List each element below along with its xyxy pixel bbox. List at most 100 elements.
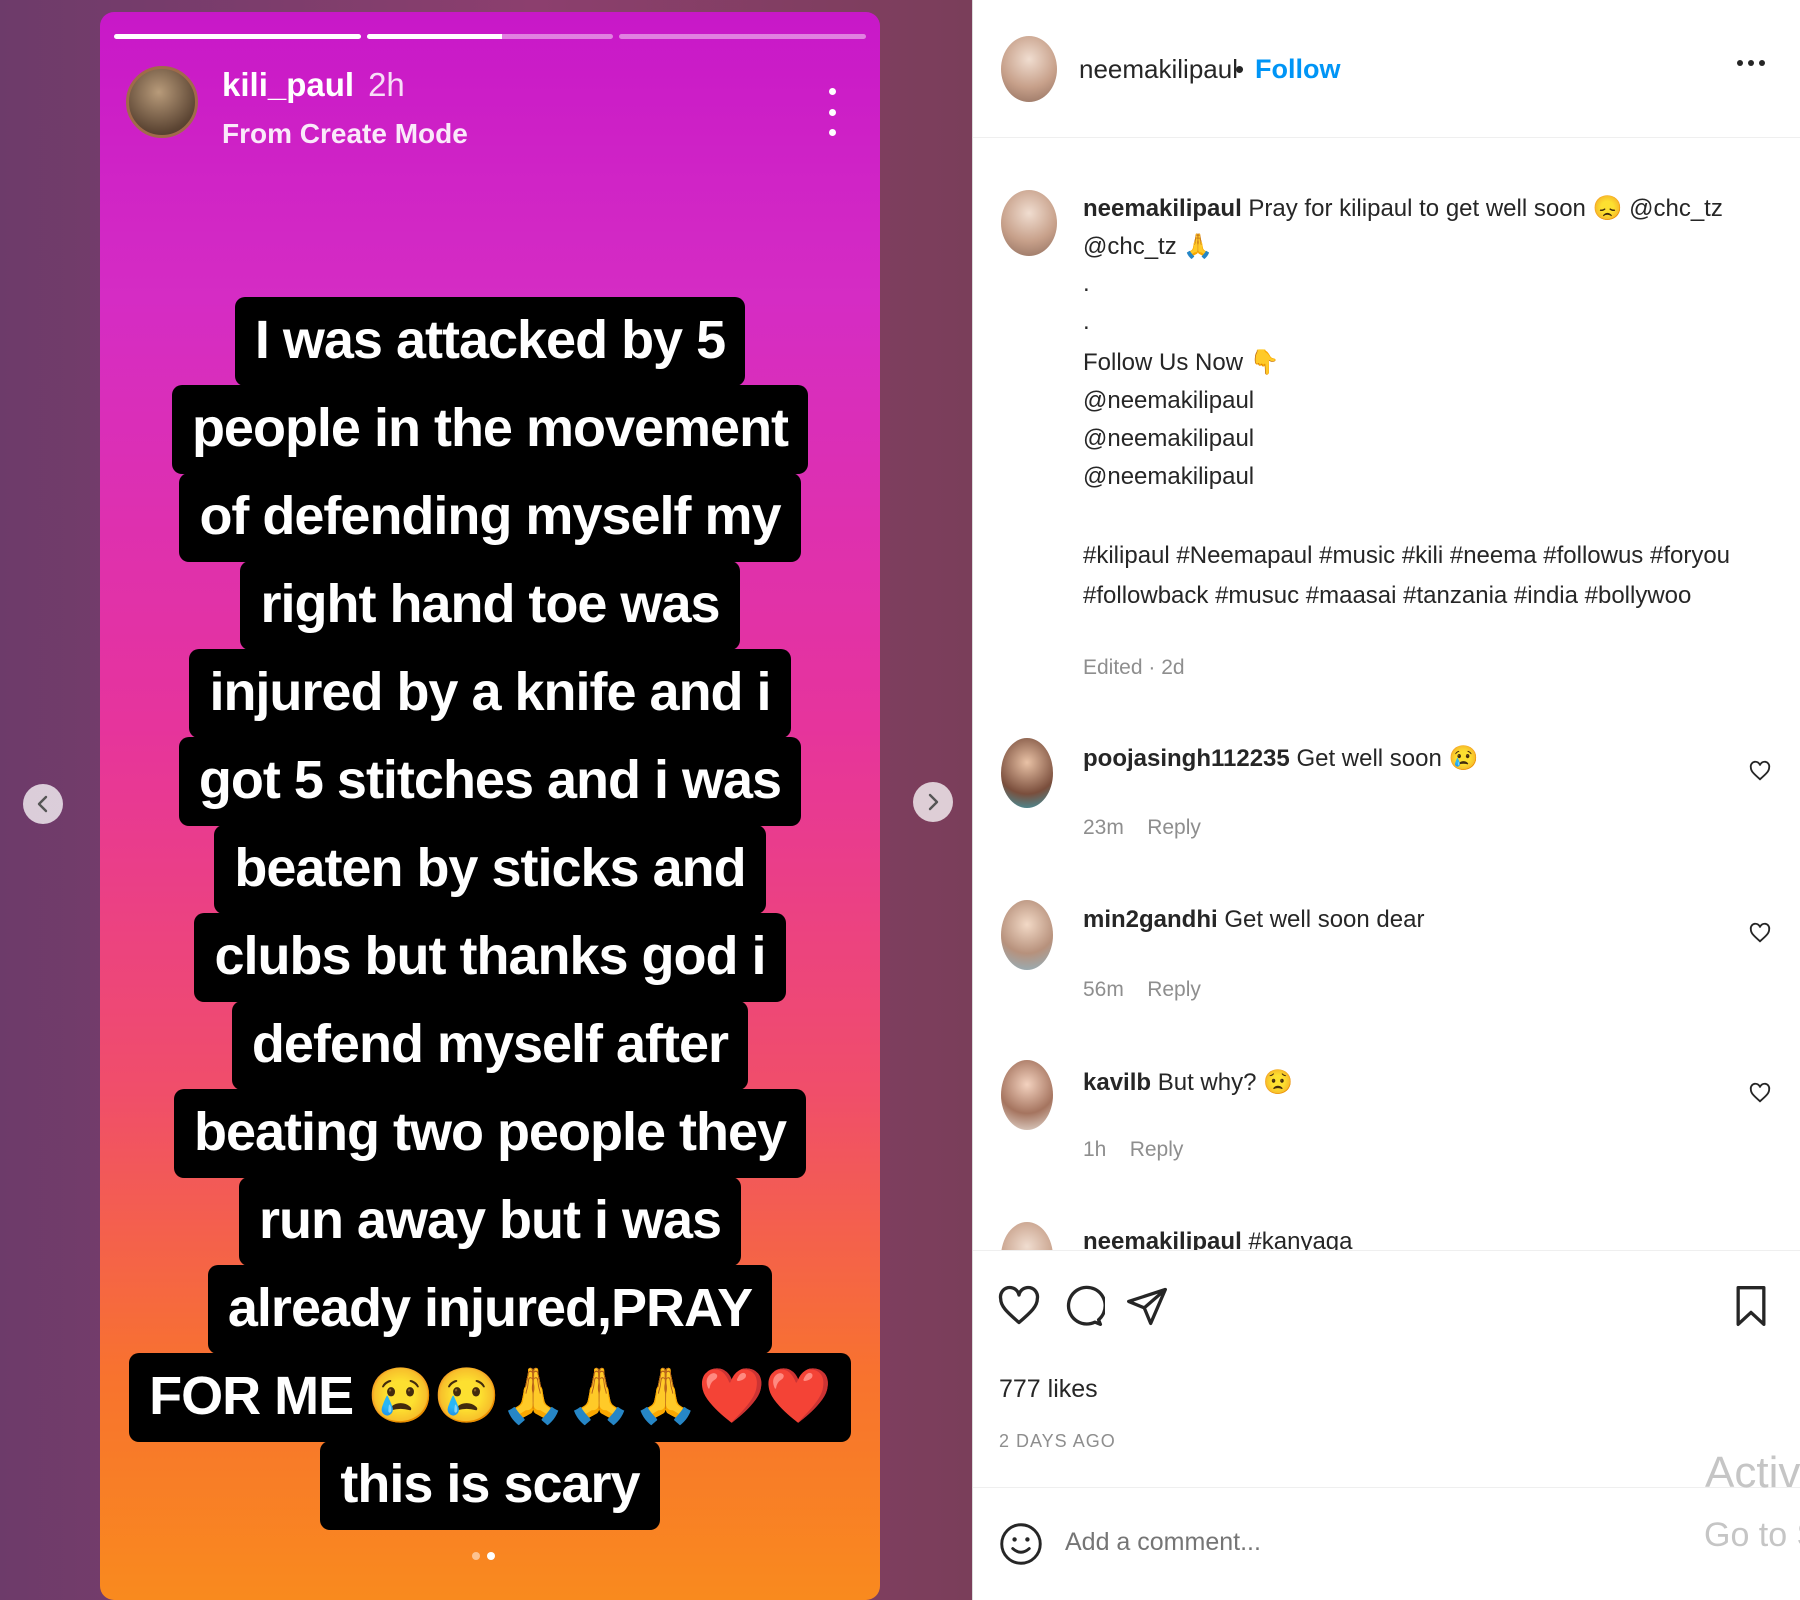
more-vertical-icon[interactable] (822, 82, 842, 142)
avatar[interactable] (1001, 1060, 1053, 1130)
page-dot (487, 1552, 495, 1560)
activation-watermark: Go to S (1704, 1516, 1800, 1554)
mention-link[interactable]: @neemakilipaul (1083, 387, 1254, 415)
comment-text: poojasingh112235 Get well soon 😢 (1083, 744, 1478, 773)
comment-body: #kanyaga (1248, 1228, 1353, 1250)
story-text-line: beating two people they (173, 1089, 807, 1178)
story-pagination (472, 1552, 495, 1560)
story-text-line: got 5 stitches and i was (178, 737, 802, 826)
progress-segment (619, 34, 867, 39)
story-avatar[interactable] (126, 66, 198, 138)
comment-time: 1h (1083, 1138, 1107, 1161)
comment-input[interactable] (1065, 1528, 1625, 1557)
caption-dot: . (1083, 270, 1090, 297)
heart-icon[interactable] (997, 1283, 1041, 1329)
next-story-button[interactable] (913, 782, 953, 822)
avatar[interactable] (1001, 738, 1053, 808)
comment-like-icon[interactable] (1749, 760, 1771, 782)
story-text: I was attacked by 5 people in the moveme… (129, 297, 851, 1530)
activation-watermark: Activ (1705, 1448, 1800, 1497)
post-username[interactable]: neemakilipaul (1079, 54, 1238, 85)
edited-label: Edited · 2d (1083, 656, 1185, 679)
comment-username[interactable]: kavilb (1083, 1069, 1151, 1096)
caption-follow-text: Follow Us Now 👇 (1083, 349, 1280, 376)
story-username[interactable]: kili_paul (222, 66, 354, 104)
progress-segment (114, 34, 361, 39)
post-date: 2 DAYS AGO (999, 1431, 1116, 1451)
mention-link[interactable]: @neemakilipaul (1083, 463, 1254, 491)
story-time: 2h (368, 66, 405, 103)
comment-time: 56m (1083, 978, 1124, 1001)
chevron-right-icon (928, 793, 939, 811)
avatar[interactable] (1001, 36, 1057, 102)
hashtags-line[interactable]: #followback #musuc #maasai #tanzania #in… (1083, 582, 1691, 610)
story-user-line: kili_paul 2h (222, 66, 468, 104)
hashtags-line[interactable]: #kilipaul #Neemapaul #music #kili #neema… (1083, 542, 1730, 570)
progress-segment (366, 34, 614, 39)
comment-username[interactable]: min2gandhi (1083, 906, 1218, 933)
bookmark-icon[interactable] (1729, 1283, 1773, 1329)
comment-time: 23m (1083, 816, 1124, 839)
story-text-line: run away but i was (238, 1177, 742, 1266)
caption-dot: . (1083, 308, 1090, 335)
comment-username[interactable]: poojasingh112235 (1083, 745, 1290, 772)
story-text-line: this is scary (320, 1441, 660, 1530)
post-actions: 777 likes 2 DAYS AGO (973, 1250, 1800, 1600)
reply-button[interactable]: Reply (1147, 816, 1201, 839)
comment-meta: 56m Reply (1083, 978, 1201, 1002)
comment-body: But why? 😟 (1157, 1069, 1293, 1096)
reply-button[interactable]: Reply (1130, 1138, 1184, 1161)
comment-like-icon[interactable] (1749, 922, 1771, 944)
story-text-line: already injured,PRAY (207, 1265, 773, 1354)
story-card[interactable]: kili_paul 2h From Create Mode I was atta… (100, 12, 880, 1600)
comment-body: Get well soon dear (1224, 906, 1425, 933)
story-text-line: injured by a knife and i (189, 649, 791, 738)
chevron-left-icon (37, 795, 48, 813)
story-text-line: clubs but thanks god i (194, 913, 786, 1002)
mention-link[interactable]: @neemakilipaul (1083, 425, 1254, 453)
comment-text: neemakilipaul #kanyaga (1083, 1228, 1353, 1250)
reply-button[interactable]: Reply (1147, 978, 1201, 1001)
caption-text: Pray for kilipaul to get well soon 😞 @ch… (1248, 195, 1723, 222)
post-header: neemakilipaul • Follow (973, 0, 1800, 138)
likes-count[interactable]: 777 likes (999, 1375, 1098, 1404)
story-text-line: I was attacked by 5 (234, 297, 746, 386)
comment-like-icon[interactable] (1749, 1082, 1771, 1104)
add-comment-bar (973, 1487, 1800, 1600)
story-text-line: beaten by sticks and (214, 825, 766, 914)
story-text-line: of defending myself my (179, 473, 801, 562)
comments-section[interactable]: neemakilipaul Pray for kilipaul to get w… (973, 138, 1800, 1250)
comment-meta: 23m Reply (1083, 816, 1201, 840)
previous-story-button[interactable] (23, 784, 63, 824)
avatar[interactable] (1001, 900, 1053, 970)
avatar[interactable] (1001, 1222, 1053, 1250)
comment-body: Get well soon 😢 (1296, 745, 1479, 772)
story-text-line: FOR ME 😢😢🙏🙏🙏❤️❤️ (129, 1353, 851, 1442)
comment-icon[interactable] (1061, 1283, 1105, 1329)
share-icon[interactable] (1125, 1283, 1169, 1329)
page-dot (472, 1552, 480, 1560)
avatar[interactable] (1001, 190, 1057, 256)
comment-meta: 1h Reply (1083, 1138, 1183, 1162)
story-viewer: kili_paul 2h From Create Mode I was atta… (0, 0, 972, 1600)
comment-text: kavilb But why? 😟 (1083, 1068, 1293, 1097)
story-text-line: people in the movement (171, 385, 809, 474)
story-header: kili_paul 2h From Create Mode (126, 66, 468, 150)
caption-line-2: @chc_tz 🙏 (1083, 233, 1214, 260)
progress-fill (114, 34, 361, 39)
story-text-line: defend myself after (231, 1001, 749, 1090)
story-meta: kili_paul 2h From Create Mode (222, 66, 468, 150)
follow-button[interactable]: Follow (1255, 54, 1340, 85)
caption-username[interactable]: neemakilipaul (1083, 195, 1242, 222)
comment-text: min2gandhi Get well soon dear (1083, 906, 1424, 934)
story-progress (114, 34, 867, 39)
smile-icon[interactable] (999, 1522, 1043, 1566)
caption-line: neemakilipaul Pray for kilipaul to get w… (1083, 194, 1723, 223)
more-horizontal-icon[interactable] (1737, 60, 1765, 66)
progress-fill (366, 34, 503, 39)
comment-username[interactable]: neemakilipaul (1083, 1228, 1242, 1250)
story-text-line: right hand toe was (240, 561, 740, 650)
post-panel: neemakilipaul • Follow neemakilipaul Pra… (972, 0, 1800, 1600)
separator-dot: • (1235, 54, 1245, 84)
story-mode: From Create Mode (222, 118, 468, 149)
